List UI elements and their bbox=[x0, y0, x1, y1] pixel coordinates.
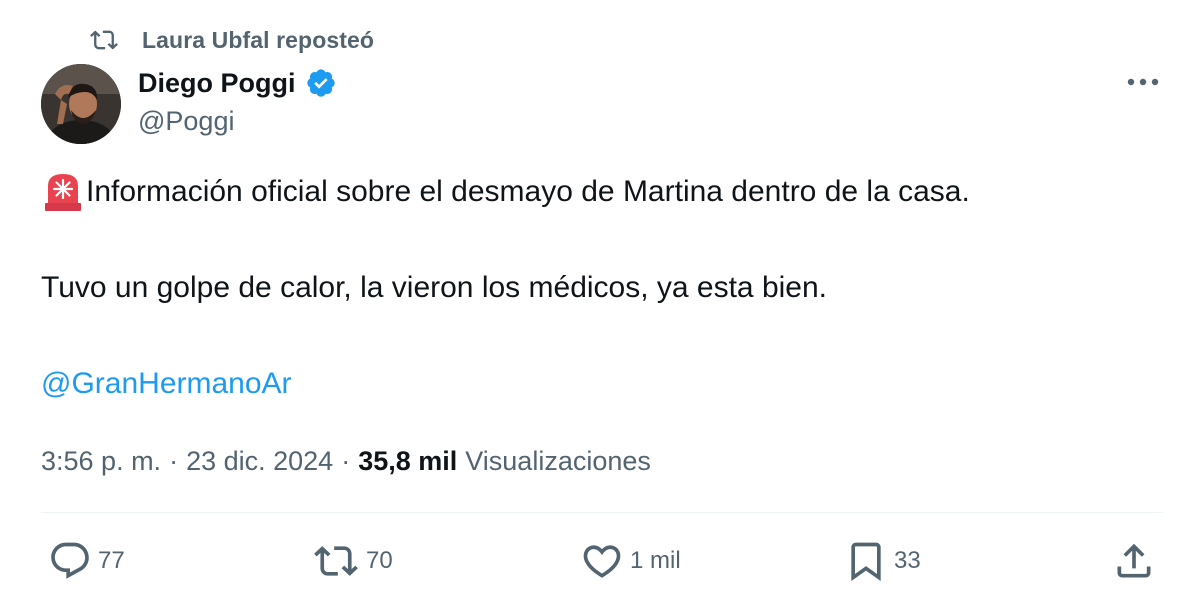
share-button[interactable] bbox=[1112, 538, 1156, 584]
tweet-date[interactable]: 23 dic. 2024 bbox=[186, 446, 333, 477]
reply-count: 77 bbox=[98, 547, 125, 574]
action-bar: 77 70 1 mil 33 bbox=[0, 538, 1200, 584]
like-button[interactable]: 1 mil bbox=[580, 538, 681, 584]
bookmark-button[interactable]: 33 bbox=[844, 538, 921, 584]
like-count: 1 mil bbox=[630, 547, 681, 574]
more-icon bbox=[1126, 74, 1160, 92]
tweet-time[interactable]: 3:56 p. m. bbox=[41, 446, 161, 477]
meta-separator: · bbox=[169, 445, 179, 476]
divider bbox=[41, 512, 1163, 513]
repost-count: 70 bbox=[366, 547, 393, 574]
share-icon bbox=[1112, 539, 1156, 583]
repost-icon bbox=[312, 539, 360, 583]
repost-header: Laura Ubfal reposteó bbox=[88, 24, 374, 56]
views-count: 35,8 mil bbox=[358, 445, 458, 476]
tweet-text: Información oficial sobre el desmayo de … bbox=[41, 168, 1161, 408]
bookmark-count: 33 bbox=[894, 547, 921, 574]
reply-icon bbox=[48, 539, 92, 583]
tweet-meta: 3:56 p. m. · 23 dic. 2024 · 35,8 mil Vis… bbox=[41, 442, 651, 480]
avatar[interactable] bbox=[41, 64, 121, 144]
mention-link[interactable]: @GranHermanoAr bbox=[41, 360, 292, 408]
verified-badge-icon[interactable] bbox=[305, 67, 337, 99]
rotating-light-icon bbox=[41, 170, 85, 214]
author-block: Diego Poggi @Poggi bbox=[138, 66, 337, 137]
author-handle[interactable]: @Poggi bbox=[138, 106, 337, 137]
tweet-line-1: Información oficial sobre el desmayo de … bbox=[86, 175, 970, 208]
bookmark-icon bbox=[844, 539, 888, 583]
repost-label[interactable]: Laura Ubfal reposteó bbox=[142, 27, 374, 54]
tweet-line-2: Tuvo un golpe de calor, la vieron los mé… bbox=[41, 271, 828, 304]
more-options-button[interactable] bbox=[1118, 66, 1168, 100]
meta-separator: · bbox=[341, 445, 351, 476]
views-label: Visualizaciones bbox=[465, 445, 651, 476]
repost-icon bbox=[88, 26, 120, 54]
author-name[interactable]: Diego Poggi bbox=[138, 68, 296, 99]
repost-button[interactable]: 70 bbox=[312, 538, 393, 584]
reply-button[interactable]: 77 bbox=[48, 538, 125, 584]
heart-icon bbox=[580, 539, 624, 583]
